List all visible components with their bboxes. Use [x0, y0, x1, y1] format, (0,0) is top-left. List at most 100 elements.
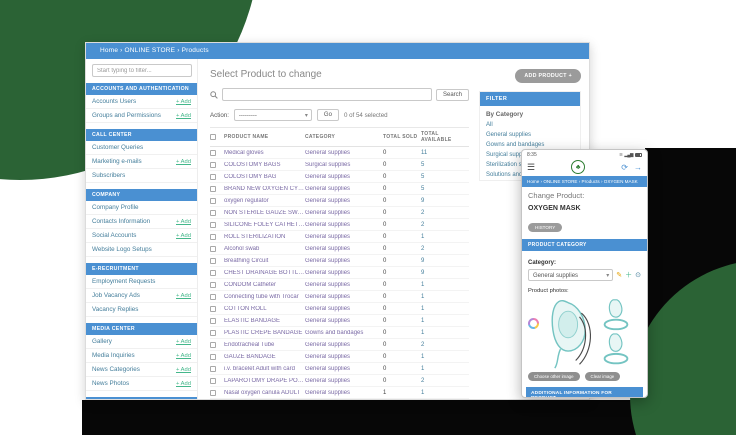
- sidebar-item[interactable]: Subscribers + Add: [86, 169, 197, 183]
- sidebar-item[interactable]: Social Accounts + Add: [86, 229, 197, 243]
- row-checkbox[interactable]: [210, 377, 216, 384]
- sidebar-item[interactable]: Vacancy Replies + Add: [86, 303, 197, 317]
- go-button[interactable]: Go: [316, 109, 339, 121]
- sidebar-item[interactable]: Employment Requests + Add: [86, 275, 197, 289]
- sidebar-item-label[interactable]: Customer Queries: [92, 144, 143, 151]
- row-checkbox[interactable]: [210, 233, 216, 240]
- sidebar-item[interactable]: Company Profile + Add: [86, 201, 197, 215]
- sidebar-add-link[interactable]: + Add: [176, 353, 191, 359]
- sidebar-item-label[interactable]: News Categories: [92, 366, 140, 373]
- row-checkbox[interactable]: [210, 317, 216, 324]
- sidebar-item-label[interactable]: Marketing e-mails: [92, 158, 142, 165]
- sidebar-add-link[interactable]: + Add: [176, 381, 191, 387]
- row-checkbox[interactable]: [210, 365, 216, 372]
- sidebar-item-label[interactable]: Subscribers: [92, 172, 125, 179]
- sidebar-item[interactable]: Customer Queries + Add: [86, 141, 197, 155]
- row-checkbox[interactable]: [210, 161, 216, 168]
- choose-other-image-button[interactable]: Choose other image: [528, 372, 580, 381]
- sidebar-item-label[interactable]: Job Vacancy Ads: [92, 292, 140, 299]
- product-link[interactable]: CONDOM Catheter: [224, 282, 305, 288]
- sidebar-item-label[interactable]: Employment Requests: [92, 278, 155, 285]
- sidebar-item[interactable]: Gallery + Add: [86, 335, 197, 349]
- sidebar-add-link[interactable]: + Add: [176, 159, 191, 165]
- row-checkbox[interactable]: [210, 173, 216, 180]
- category-select[interactable]: General supplies: [528, 269, 614, 281]
- row-checkbox[interactable]: [210, 221, 216, 228]
- row-checkbox[interactable]: [210, 293, 216, 300]
- sidebar-item-label[interactable]: Groups and Permissions: [92, 112, 161, 119]
- product-link[interactable]: Medical gloves: [224, 150, 305, 156]
- product-link[interactable]: ELASTIC BANDAGE: [224, 318, 305, 324]
- sidebar-item-label[interactable]: Company Profile: [92, 204, 139, 211]
- history-button[interactable]: HISTORY: [528, 223, 563, 232]
- menu-icon[interactable]: ☰: [527, 162, 535, 173]
- sidebar-item[interactable]: Website Logo Setups + Add: [86, 243, 197, 257]
- clear-image-button[interactable]: Clear image: [584, 372, 621, 381]
- row-checkbox[interactable]: [210, 209, 216, 216]
- sidebar-item[interactable]: Contacts Information + Add: [86, 215, 197, 229]
- row-checkbox[interactable]: [210, 329, 216, 336]
- sidebar-add-link[interactable]: + Add: [176, 367, 191, 373]
- sidebar-item-label[interactable]: News Photos: [92, 380, 129, 387]
- sidebar-item[interactable]: News Photos + Add: [86, 377, 197, 391]
- product-link[interactable]: SILICONE FOLEY CATHETER, TWO W: [224, 222, 305, 228]
- product-link[interactable]: COTTON ROLL: [224, 306, 305, 312]
- row-checkbox[interactable]: [210, 245, 216, 252]
- sidebar-item-label[interactable]: Social Accounts: [92, 232, 136, 239]
- product-link[interactable]: oxygen regulator: [224, 198, 305, 204]
- product-link[interactable]: CHEST DRAINAGE BOTTLE DOUBLE: [224, 270, 305, 276]
- sidebar-add-link[interactable]: + Add: [176, 113, 191, 119]
- sidebar-item-label[interactable]: Accounts Users: [92, 98, 136, 105]
- row-checkbox[interactable]: [210, 341, 216, 348]
- column-header-total-available[interactable]: TOTAL AVAILABLE: [421, 131, 469, 143]
- product-link[interactable]: NON STERILE GAUZE SWAB: [224, 210, 305, 216]
- forward-arrow-icon[interactable]: →: [634, 163, 642, 172]
- sidebar-item[interactable]: Job Vacancy Ads + Add: [86, 289, 197, 303]
- view-eye-icon[interactable]: ⊙: [635, 272, 641, 279]
- search-input[interactable]: [222, 88, 432, 101]
- sidebar-item[interactable]: News Categories + Add: [86, 363, 197, 377]
- search-button[interactable]: Search: [435, 88, 469, 101]
- product-link[interactable]: Connecting tube with Trocar: [224, 294, 305, 300]
- add-plus-icon[interactable]: ＋: [625, 272, 632, 279]
- filter-option[interactable]: General supplies: [480, 130, 580, 140]
- row-checkbox[interactable]: [210, 257, 216, 264]
- select-all-checkbox[interactable]: [210, 134, 216, 140]
- sidebar-item[interactable]: Media Inquiries + Add: [86, 349, 197, 363]
- product-link[interactable]: ROLL STERILIZATION: [224, 234, 305, 240]
- row-checkbox[interactable]: [210, 281, 216, 288]
- sidebar-item-label[interactable]: Vacancy Replies: [92, 306, 138, 313]
- additional-information-bar[interactable]: ADDITIONAL INFORMATION FOR PRODUCT: [526, 387, 643, 397]
- row-checkbox[interactable]: [210, 269, 216, 276]
- column-header-product-name[interactable]: PRODUCT NAME: [224, 134, 305, 140]
- column-header-total-sold[interactable]: TOTAL SOLD: [383, 134, 421, 140]
- sidebar-item-label[interactable]: Gallery: [92, 338, 112, 345]
- sidebar-item-label[interactable]: Media Inquiries: [92, 352, 135, 359]
- row-checkbox[interactable]: [210, 353, 216, 360]
- sidebar-add-link[interactable]: + Add: [176, 233, 191, 239]
- sidebar-add-link[interactable]: + Add: [176, 99, 191, 105]
- sync-icon[interactable]: ⟳: [621, 163, 628, 172]
- product-link[interactable]: i.v. bracelet Adult with card: [224, 366, 305, 372]
- sidebar-filter-input[interactable]: [92, 64, 192, 77]
- edit-pencil-icon[interactable]: ✎: [616, 272, 622, 279]
- product-link[interactable]: GAUZE BANDAGE: [224, 354, 305, 360]
- row-checkbox[interactable]: [210, 389, 216, 396]
- sidebar-item[interactable]: Accounts Users + Add: [86, 95, 197, 109]
- product-link[interactable]: PLASTIC CREPE BANDAGE: [224, 330, 305, 336]
- row-checkbox[interactable]: [210, 149, 216, 156]
- row-checkbox[interactable]: [210, 197, 216, 204]
- product-link[interactable]: Nasal oxygen canula ADULT: [224, 390, 305, 396]
- product-link[interactable]: Endotracheal Tube: [224, 342, 305, 348]
- product-link[interactable]: LAPAROTOMY DRAPE POCKET: [224, 378, 305, 384]
- sidebar-item[interactable]: Marketing e-mails + Add: [86, 155, 197, 169]
- action-select[interactable]: ---------: [233, 109, 312, 121]
- product-link[interactable]: Breathing Circuit: [224, 258, 305, 264]
- sidebar-item[interactable]: Groups and Permissions + Add: [86, 109, 197, 123]
- sidebar-add-link[interactable]: + Add: [176, 339, 191, 345]
- phone-breadcrumb[interactable]: Home › ONLINE STORE › Products › OXYGEN …: [522, 176, 647, 187]
- row-checkbox[interactable]: [210, 185, 216, 192]
- product-link[interactable]: COLOSTOMY BAGS: [224, 162, 305, 168]
- product-link[interactable]: COLOSTOMY BAG: [224, 174, 305, 180]
- sidebar-add-link[interactable]: + Add: [176, 293, 191, 299]
